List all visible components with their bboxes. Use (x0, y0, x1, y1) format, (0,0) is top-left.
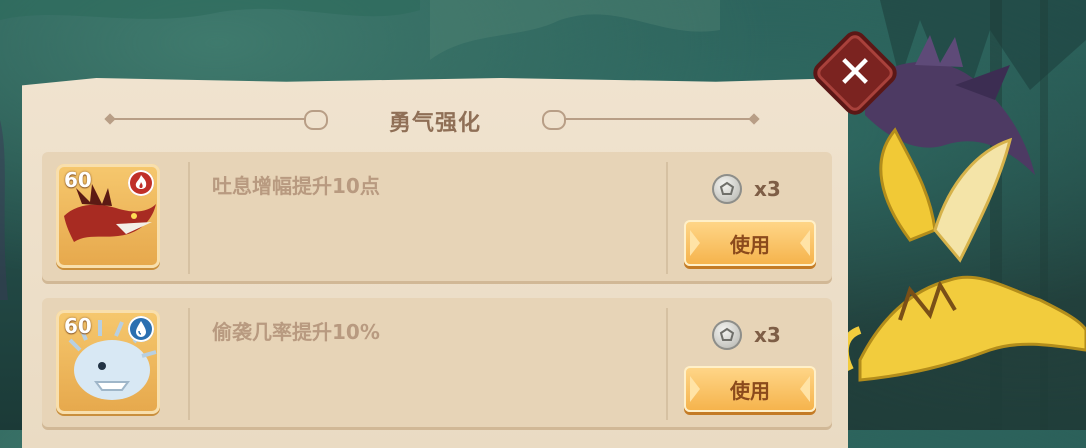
enhancement-description: 吐息增幅提升10点 (212, 174, 380, 198)
level-badge: 60 (64, 168, 92, 192)
cost-display: x3 (712, 318, 822, 352)
column-divider (188, 162, 190, 274)
title-ornament-knot-right (542, 110, 566, 130)
cost-display: x3 (712, 172, 822, 206)
silver-badge-coin-icon (712, 174, 742, 204)
water-element-icon (128, 316, 154, 342)
dragon-portrait: 60 (56, 310, 160, 414)
cost-quantity: x3 (754, 177, 781, 201)
enhancement-description: 偷袭几率提升10% (212, 320, 380, 344)
use-button[interactable]: 使用 (684, 366, 816, 412)
column-divider (666, 308, 668, 420)
close-icon: ✕ (836, 47, 874, 98)
yellow-dragon-decoration (840, 127, 1086, 382)
fire-element-icon (128, 170, 154, 196)
dialog-header: 勇气强化 (22, 78, 848, 162)
use-button[interactable]: 使用 (684, 220, 816, 266)
dialog-title: 勇气强化 (388, 111, 481, 136)
close-button[interactable]: ✕ (813, 31, 897, 115)
enhancement-item: 60 偷袭几率提升10% x3 使用 (42, 298, 832, 430)
level-badge: 60 (64, 314, 92, 338)
silver-badge-coin-icon (712, 320, 742, 350)
cost-quantity: x3 (754, 323, 781, 347)
enhancement-dialog: 勇气强化 60 吐息增幅提升10点 x3 使用 60 偷袭几率提升10% x3 … (22, 78, 848, 448)
enhancement-item: 60 吐息增幅提升10点 x3 使用 (42, 152, 832, 284)
column-divider (188, 308, 190, 420)
title-ornament-line-right (564, 118, 754, 120)
column-divider (666, 162, 668, 274)
dragon-portrait: 60 (56, 164, 160, 268)
